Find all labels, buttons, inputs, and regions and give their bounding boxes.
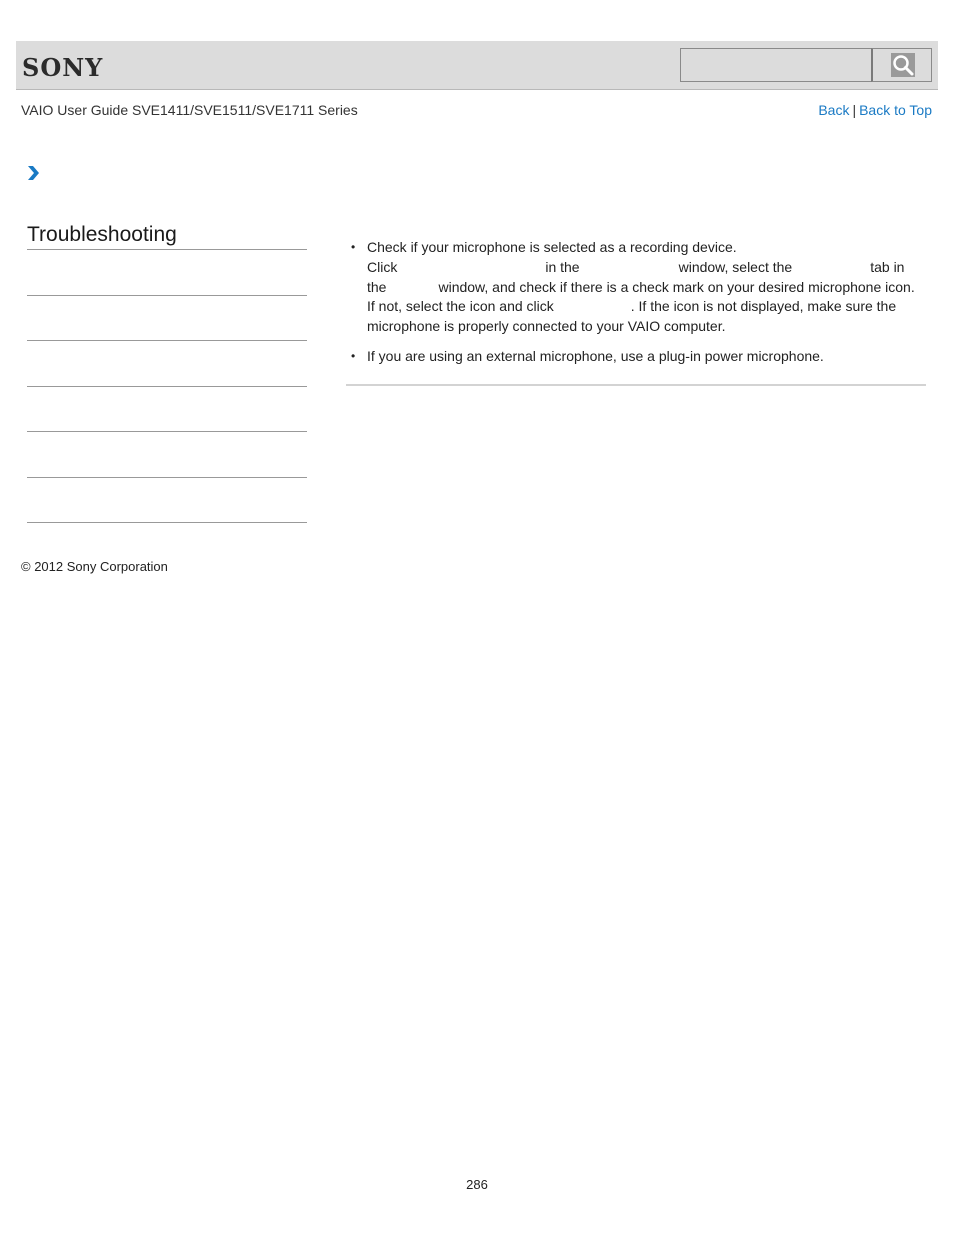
search-input[interactable] bbox=[680, 48, 872, 82]
list-item: • Check if your microphone is selected a… bbox=[346, 238, 926, 337]
text-run: window, select the bbox=[678, 258, 793, 275]
content-divider bbox=[346, 383, 926, 386]
page-number: 286 bbox=[466, 1177, 488, 1192]
text-run: If not, select the icon and click bbox=[367, 298, 554, 315]
search-button[interactable] bbox=[871, 48, 932, 82]
tips-list: • Check if your microphone is selected a… bbox=[346, 238, 926, 367]
item-line: Click in the window, select the tab in bbox=[367, 258, 926, 278]
sidebar-item[interactable] bbox=[27, 296, 307, 341]
text-run: . If the icon is not displayed, make sur… bbox=[630, 298, 897, 315]
text-run: tab in bbox=[870, 258, 905, 275]
list-item: • If you are using an external microphon… bbox=[346, 347, 926, 367]
search-icon bbox=[891, 53, 915, 77]
text-run: window, and check if there is a check ma… bbox=[438, 278, 915, 295]
sidebar-item[interactable] bbox=[27, 250, 307, 296]
chevron-right-icon[interactable] bbox=[26, 164, 40, 182]
sidebar-title: Troubleshooting bbox=[27, 222, 307, 250]
sidebar: Troubleshooting bbox=[27, 222, 307, 523]
sidebar-item[interactable] bbox=[27, 432, 307, 478]
text-run: Click bbox=[367, 258, 398, 275]
sony-logo: SONY bbox=[22, 53, 104, 82]
bullet: • bbox=[351, 240, 356, 254]
bullet: • bbox=[351, 348, 356, 363]
main-content: • Check if your microphone is selected a… bbox=[346, 238, 926, 386]
item-line: microphone is properly connected to your… bbox=[367, 318, 726, 335]
sidebar-item[interactable] bbox=[27, 387, 307, 432]
sidebar-item[interactable] bbox=[27, 341, 307, 387]
sidebar-item[interactable] bbox=[27, 478, 307, 523]
item-line: the window, and check if there is a check… bbox=[367, 278, 926, 298]
top-links: Back | Back to Top bbox=[818, 102, 932, 118]
item-heading: Check if your microphone is selected as … bbox=[367, 239, 737, 255]
copyright: © 2012 Sony Corporation bbox=[21, 559, 168, 574]
item-heading: If you are using an external microphone,… bbox=[367, 347, 824, 364]
back-link[interactable]: Back bbox=[818, 102, 849, 118]
text-run: the bbox=[367, 278, 387, 295]
guide-title: VAIO User Guide SVE1411/SVE1511/SVE1711 … bbox=[21, 102, 358, 118]
item-line: If not, select the icon and click . If th… bbox=[367, 297, 926, 317]
back-to-top-link[interactable]: Back to Top bbox=[859, 102, 932, 118]
text-run: in the bbox=[545, 258, 580, 275]
header-bar: SONY bbox=[16, 41, 938, 90]
link-separator: | bbox=[852, 102, 857, 118]
